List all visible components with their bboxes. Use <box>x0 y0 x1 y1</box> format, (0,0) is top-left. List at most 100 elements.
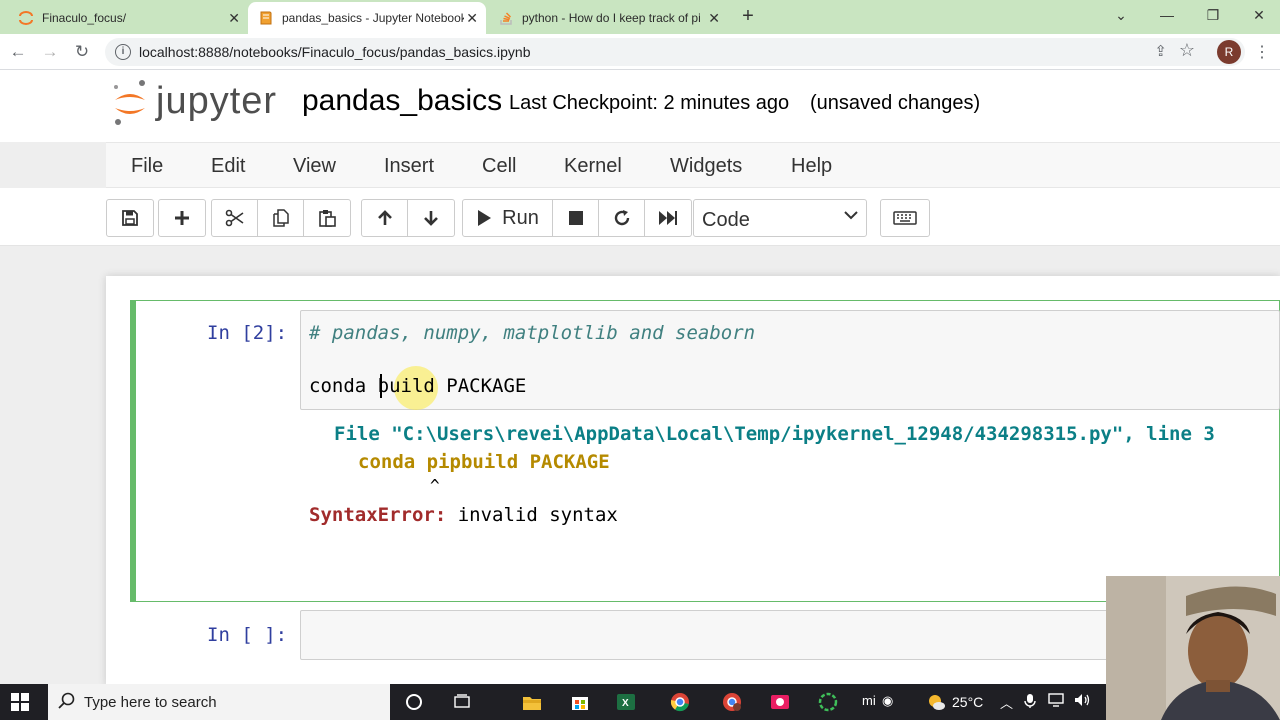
interrupt-kernel-button[interactable] <box>553 200 599 236</box>
restore-icon[interactable]: ❐ <box>1190 0 1236 30</box>
microphone-icon[interactable] <box>1024 693 1036 712</box>
menu-widgets[interactable]: Widgets <box>670 155 742 178</box>
browser-tab-strip: Finaculo_focus/ ✕ pandas_basics - Jupyte… <box>0 0 1280 34</box>
jupyter-logo-icon <box>114 80 145 125</box>
menu-kernel[interactable]: Kernel <box>564 155 622 178</box>
play-icon <box>478 210 492 226</box>
menu-file[interactable]: File <box>131 155 163 178</box>
stackoverflow-favicon-icon <box>498 10 514 26</box>
error-message: SyntaxError: invalid syntax <box>309 504 618 526</box>
save-group <box>106 199 154 237</box>
close-tab-icon[interactable]: ✕ <box>228 10 240 27</box>
traceback-file-prefix: File <box>334 423 392 445</box>
code-line[interactable]: conda build PACKAGE <box>309 375 526 397</box>
paste-button[interactable] <box>304 200 350 236</box>
notebook-favicon-icon <box>258 10 274 26</box>
taskbar-search[interactable]: Type here to search <box>48 684 390 720</box>
file-explorer-icon[interactable] <box>522 692 542 712</box>
volume-icon[interactable] <box>1074 693 1092 710</box>
browser-toolbar: ← → ↻ i localhost:8888/notebooks/Finacul… <box>0 34 1280 70</box>
cut-button[interactable] <box>212 200 258 236</box>
address-bar[interactable]: i localhost:8888/notebooks/Finaculo_focu… <box>105 38 1245 66</box>
back-arrow-icon[interactable]: ← <box>6 40 30 64</box>
stop-icon <box>568 211 583 225</box>
browser-tab-finaculo[interactable]: Finaculo_focus/ ✕ <box>8 2 248 34</box>
jupyter-logo[interactable]: jupyter <box>112 78 282 128</box>
search-placeholder: Type here to search <box>84 694 217 711</box>
scissors-icon <box>225 209 243 227</box>
excel-icon[interactable]: X <box>616 692 636 712</box>
chrome-icon[interactable] <box>670 692 690 712</box>
jupyter-header: jupyter pandas_basics Last Checkpoint: 2… <box>0 70 1280 142</box>
windows-start-icon[interactable] <box>10 692 30 712</box>
menu-edit[interactable]: Edit <box>211 155 245 178</box>
tab-search-icon[interactable]: ⌄ <box>1098 0 1144 30</box>
jupyter-favicon-icon <box>18 10 34 26</box>
presenter-video-image <box>1106 576 1280 720</box>
notebook-toolbar: Run Code <box>0 188 1280 246</box>
run-button[interactable]: Run <box>463 200 553 236</box>
browser-menu-icon[interactable]: ⋮ <box>1254 42 1270 62</box>
reload-icon[interactable]: ↻ <box>70 40 94 64</box>
copy-icon <box>272 209 289 227</box>
code-comment-line[interactable]: # pandas, numpy, matplotlib and seaborn <box>309 322 755 344</box>
clipboard-icon <box>319 210 336 227</box>
move-cell-up-button[interactable] <box>362 200 408 236</box>
traceback-code-line: conda pipbuild PACKAGE <box>358 451 610 473</box>
floppy-disk-icon <box>122 210 138 226</box>
forward-arrow-icon[interactable]: → <box>38 40 62 64</box>
menu-help[interactable]: Help <box>791 155 832 178</box>
minimize-icon[interactable]: — <box>1144 0 1190 30</box>
svg-text:X: X <box>622 698 629 709</box>
network-icon[interactable] <box>1048 693 1064 710</box>
move-cell-down-button[interactable] <box>408 200 454 236</box>
progress-ring-icon[interactable] <box>818 692 838 712</box>
insert-cell-button[interactable] <box>159 200 205 236</box>
jupyter-wordmark: jupyter <box>156 80 278 122</box>
weather-widget[interactable]: 25°C <box>926 692 983 712</box>
restart-kernel-button[interactable] <box>599 200 645 236</box>
bookmark-star-icon[interactable]: ☆ <box>1179 40 1195 61</box>
command-palette-button[interactable] <box>880 199 930 237</box>
browser-tab-stackoverflow[interactable]: python - How do I keep track of pip ✕ <box>488 2 728 34</box>
close-tab-icon[interactable]: ✕ <box>708 10 720 27</box>
mi-tray-icon[interactable]: mi <box>862 693 876 708</box>
notebook-menubar: File Edit View Insert Cell Kernel Widget… <box>106 142 1280 188</box>
microsoft-store-icon[interactable] <box>570 692 590 712</box>
input-prompt: In [ ]: <box>207 624 288 646</box>
menu-cell[interactable]: Cell <box>482 155 516 178</box>
text-cursor <box>380 374 382 398</box>
restart-icon <box>614 210 629 226</box>
close-window-icon[interactable]: ✕ <box>1236 0 1280 30</box>
share-icon[interactable]: ⇪ <box>1154 42 1167 60</box>
clipboard-group <box>211 199 351 237</box>
traceback-line-number: 3 <box>1203 423 1215 445</box>
restart-run-all-button[interactable] <box>645 200 691 236</box>
task-view-icon[interactable] <box>452 692 472 712</box>
screen-recorder-icon[interactable] <box>770 692 790 712</box>
temperature: 25°C <box>952 694 984 710</box>
notebook-name[interactable]: pandas_basics <box>302 84 502 118</box>
move-group <box>361 199 455 237</box>
search-icon <box>58 692 76 715</box>
copy-button[interactable] <box>258 200 304 236</box>
browser-tab-pandas-basics[interactable]: pandas_basics - Jupyter Notebook ✕ <box>248 2 486 34</box>
chrome-profile-icon[interactable] <box>722 692 742 712</box>
menu-view[interactable]: View <box>293 155 336 178</box>
new-tab-button[interactable]: + <box>736 4 760 28</box>
cell-type-select[interactable]: Code <box>693 199 867 237</box>
show-hidden-icons-icon[interactable]: ︿ <box>1000 693 1013 712</box>
cortana-icon[interactable] <box>404 692 424 712</box>
save-button[interactable] <box>107 200 153 236</box>
webcam-overlay <box>1106 576 1280 720</box>
tab-title: Finaculo_focus/ <box>42 11 127 25</box>
profile-avatar[interactable]: R <box>1217 40 1241 64</box>
run-button-label: Run <box>502 206 539 229</box>
arrow-up-icon <box>377 210 392 225</box>
menu-insert[interactable]: Insert <box>384 155 434 178</box>
close-tab-icon[interactable]: ✕ <box>466 10 478 27</box>
site-info-icon[interactable]: i <box>115 44 131 60</box>
url-text[interactable]: localhost:8888/notebooks/Finaculo_focus/… <box>139 44 531 60</box>
tray-app-icon[interactable]: ◉ <box>882 693 893 709</box>
input-prompt: In [2]: <box>207 322 288 344</box>
